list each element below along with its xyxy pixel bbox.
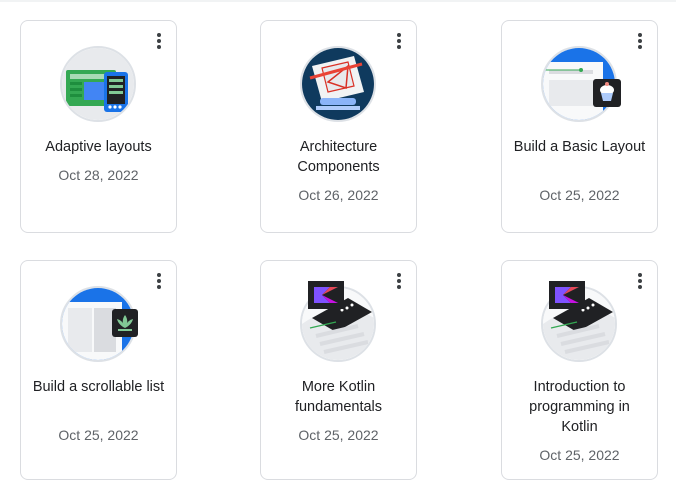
top-divider xyxy=(0,0,676,2)
course-card-build-scrollable-list[interactable]: Build a scrollable list Oct 25, 2022 xyxy=(20,260,177,480)
tablet-phone-icon xyxy=(60,46,136,122)
course-card-build-basic-layout[interactable]: Build a Basic Layout Oct 25, 2022 xyxy=(501,20,658,233)
course-card-more-kotlin-fundamentals[interactable]: More Kotlin fundamentals Oct 25, 2022 xyxy=(260,260,417,480)
cupcake-icon xyxy=(593,79,621,107)
more-options-icon[interactable] xyxy=(154,33,164,49)
kotlin-logo-icon xyxy=(549,281,585,309)
course-title: Build a scrollable list xyxy=(32,379,165,395)
course-card-adaptive-layouts[interactable]: Adaptive layouts Oct 28, 2022 xyxy=(20,20,177,233)
more-options-icon[interactable] xyxy=(635,33,645,49)
more-options-icon[interactable] xyxy=(394,273,404,289)
course-title: Adaptive layouts xyxy=(45,139,152,155)
course-date: Oct 25, 2022 xyxy=(298,427,379,443)
more-options-icon[interactable] xyxy=(394,33,404,49)
course-title: Build a Basic Layout xyxy=(513,139,646,155)
course-title: Introduction to programming in Kotlin xyxy=(529,379,630,435)
course-date: Oct 26, 2022 xyxy=(298,187,379,203)
more-options-icon[interactable] xyxy=(635,273,645,289)
course-date: Oct 25, 2022 xyxy=(539,447,620,463)
course-title: More Kotlin fundamentals xyxy=(294,379,383,415)
course-card-architecture-components[interactable]: Architecture Components Oct 26, 2022 xyxy=(260,20,417,233)
course-title: Architecture Components xyxy=(297,139,380,175)
course-date: Oct 28, 2022 xyxy=(58,167,139,183)
course-date: Oct 25, 2022 xyxy=(58,427,139,443)
course-date: Oct 25, 2022 xyxy=(539,187,620,203)
lotus-icon xyxy=(112,309,138,337)
course-card-introduction-kotlin[interactable]: Introduction to programming in Kotlin Oc… xyxy=(501,260,658,480)
blueprint-ruler-icon xyxy=(300,46,376,122)
kotlin-logo-icon xyxy=(308,281,344,309)
more-options-icon[interactable] xyxy=(154,273,164,289)
